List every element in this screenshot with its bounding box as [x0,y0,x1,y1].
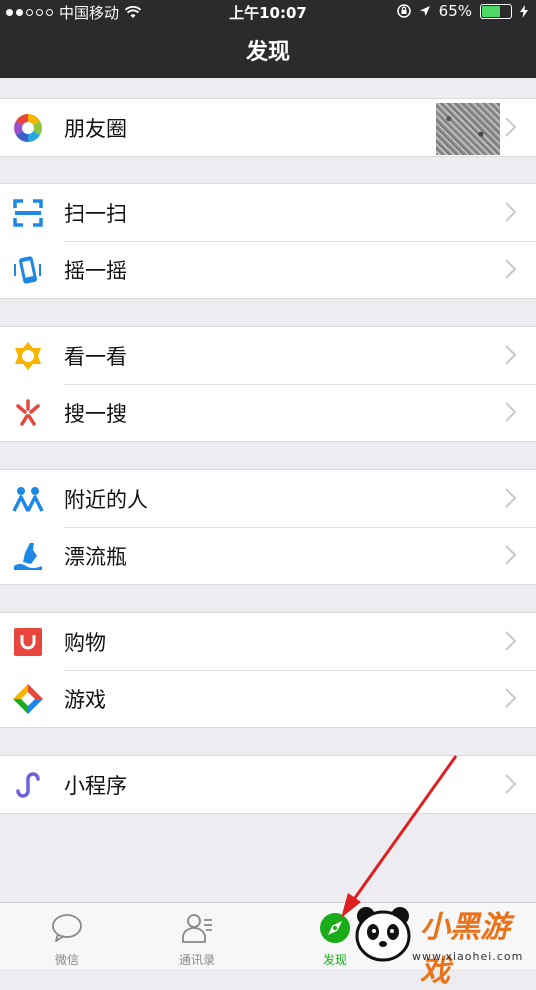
tab-chats[interactable]: 微信 [0,903,134,969]
chevron-right-icon [505,631,517,651]
menu-item-shopping[interactable]: 购物 [0,613,536,670]
menu-item-label: 摇一摇 [64,258,127,283]
menu-group-stories-search: 看一看 搜一搜 [0,326,536,442]
menu-item-label: 附近的人 [64,487,148,512]
chevron-right-icon [505,774,517,794]
message-bottle-icon [14,543,42,570]
contacts-icon [182,914,212,943]
people-nearby-icon [12,487,44,512]
menu-item-games[interactable]: 游戏 [0,670,536,727]
menu-item-shake[interactable]: 摇一摇 [0,241,536,298]
chevron-right-icon [505,688,517,708]
chevron-right-icon [505,117,517,137]
page-title: 发现 [245,40,290,65]
watermark-brand: 小黑游戏 [420,910,510,989]
chat-bubble-icon [52,914,82,942]
tab-label: 通讯录 [178,953,215,967]
menu-group-mini-programs: 小程序 [0,755,536,814]
menu-item-label: 朋友圈 [64,116,127,141]
chevron-right-icon [505,402,517,422]
menu-item-mini-programs[interactable]: 小程序 [0,756,536,813]
tab-contacts[interactable]: 通讯录 [130,903,264,969]
chevron-right-icon [505,545,517,565]
location-arrow-icon [419,6,430,16]
menu-item-label: 小程序 [64,773,127,798]
menu-item-people-nearby[interactable]: 附近的人 [0,470,536,527]
menu-group-nearby-bottle: 附近的人 漂流瓶 [0,469,536,585]
panda-mascot-icon [355,907,411,962]
menu-item-label: 搜一搜 [64,401,127,426]
menu-item-label: 购物 [64,630,106,655]
orientation-lock-icon [396,4,411,18]
mini-programs-icon [16,772,40,798]
menu-item-scan[interactable]: 扫一扫 [0,184,536,241]
top-stories-icon [15,342,41,370]
shake-icon [14,256,41,284]
shopping-icon [14,628,42,656]
games-icon [13,684,43,714]
menu-item-label: 漂流瓶 [64,544,127,569]
chevron-right-icon [505,202,517,222]
watermark-url: www.xiaohei.com [412,950,524,963]
menu-item-search[interactable]: 搜一搜 [0,384,536,441]
moments-thumbnail [436,103,500,155]
nav-bar: 发现 [0,22,536,78]
menu-group-scan-shake: 扫一扫 摇一摇 [0,183,536,299]
menu-group-moments: 朋友圈 [0,98,536,157]
status-bar: 中国移动 上午10:07 65% [0,0,536,22]
scan-icon [13,199,43,227]
menu-item-label: 游戏 [64,687,106,712]
menu-item-label: 扫一扫 [64,201,127,226]
menu-item-moments[interactable]: 朋友圈 [0,99,536,156]
charging-bolt-icon [520,4,528,18]
menu-item-top-stories[interactable]: 看一看 [0,327,536,384]
chevron-right-icon [505,488,517,508]
chevron-right-icon [505,345,517,365]
tab-label: 微信 [54,953,79,967]
chevron-right-icon [505,259,517,279]
moments-icon [13,113,43,143]
menu-item-label: 看一看 [64,344,127,369]
compass-icon [320,913,350,943]
watermark-logo: 小黑游戏 www.xiaohei.com [352,898,536,989]
menu-item-message-bottle[interactable]: 漂流瓶 [0,527,536,584]
battery-percent: 65% [438,2,472,20]
search-icon [16,399,40,426]
battery-icon [480,3,512,19]
menu-group-shopping-games: 购物 游戏 [0,612,536,728]
